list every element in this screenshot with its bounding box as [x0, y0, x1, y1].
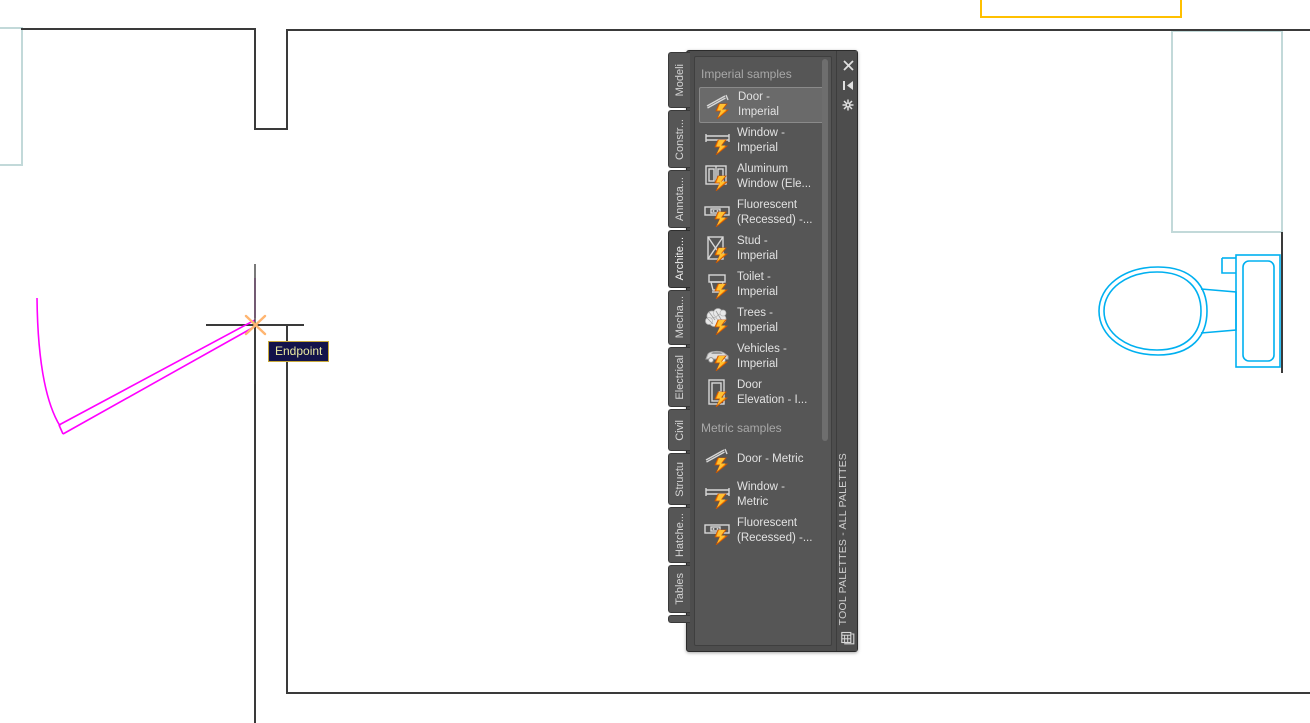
- palette-tool-item[interactable]: Window - Imperial: [695, 123, 831, 159]
- selected-object-highlight: [980, 0, 1182, 18]
- pale-blue-room-right: [1171, 30, 1283, 233]
- palette-tool-label: Window - Imperial: [737, 127, 785, 154]
- vehicle-icon: [703, 343, 731, 372]
- palette-tab-label: Structu: [673, 461, 686, 497]
- drawing-canvas[interactable]: [0, 0, 1310, 723]
- palette-tab-strip: Modeli Constr... Annota... Archite... Mecha.…: [668, 52, 690, 630]
- trees-icon: [703, 307, 731, 336]
- stud-icon: [703, 235, 731, 264]
- palette-tab-label: Hatche...: [673, 512, 686, 558]
- palette-tool-item[interactable]: Window - Metric: [695, 477, 831, 513]
- window-plan-icon: [703, 481, 731, 510]
- toilet-fixture-cyan[interactable]: [1098, 254, 1281, 368]
- palette-group-header: Imperial samples: [701, 67, 792, 81]
- palette-tool-item[interactable]: Fluorescent (Recessed) -...: [695, 195, 831, 231]
- palette-scroll-thumb[interactable]: [822, 59, 828, 441]
- palette-tab-structural[interactable]: Structu: [668, 453, 690, 505]
- palette-title-vertical: TOOL PALETTES - ALL PALETTES: [837, 452, 849, 625]
- palette-scrollbar[interactable]: [821, 59, 829, 643]
- aluminum-window-icon: [703, 163, 731, 192]
- palette-tab-strip-footer: [668, 615, 690, 623]
- palette-tool-item[interactable]: Vehicles - Imperial: [695, 339, 831, 375]
- door-block-magenta[interactable]: [36, 297, 256, 435]
- palette-tab-label: Civil: [673, 419, 686, 441]
- close-icon[interactable]: [840, 57, 856, 73]
- palette-tab-civil[interactable]: Civil: [668, 409, 690, 451]
- palette-tab-modeling[interactable]: Modeli: [668, 52, 690, 108]
- palette-tool-label: Toilet - Imperial: [737, 271, 778, 298]
- palette-tab-label: Modeli: [673, 63, 686, 97]
- palette-tab-label: Annota...: [673, 176, 686, 222]
- palette-tab-label: Constr...: [673, 118, 686, 160]
- auto-hide-icon[interactable]: [840, 77, 856, 93]
- pale-blue-room-left: [0, 27, 23, 166]
- palette-caption-bar: TOOL PALETTES - ALL PALETTES: [836, 51, 857, 651]
- palette-tab-annotation[interactable]: Annota...: [668, 170, 690, 228]
- palette-tab-constraints[interactable]: Constr...: [668, 110, 690, 168]
- palette-tab-label: Mecha...: [673, 296, 686, 339]
- palette-tab-tables[interactable]: Tables: [668, 565, 690, 613]
- palette-tool-label: Fluorescent (Recessed) -...: [737, 517, 813, 544]
- palette-tool-item[interactable]: Fluorescent (Recessed) -...: [695, 513, 831, 549]
- palette-tool-item[interactable]: Door Elevation - I...: [695, 375, 831, 411]
- osnap-endpoint-tooltip: Endpoint: [268, 341, 330, 362]
- palette-tool-label: Vehicles - Imperial: [737, 343, 787, 370]
- fluorescent-fixture-icon: [703, 199, 731, 228]
- palette-tab-label: Electrical: [673, 354, 686, 400]
- palette-tool-label: Aluminum Window (Ele...: [737, 163, 812, 190]
- palette-tab-electrical[interactable]: Electrical: [668, 347, 690, 407]
- palette-properties-icon[interactable]: [840, 97, 856, 113]
- palette-tool-item[interactable]: Trees - Imperial: [695, 303, 831, 339]
- palette-tool-label: Fluorescent (Recessed) -...: [737, 199, 813, 226]
- palette-tool-item[interactable]: Stud - Imperial: [695, 231, 831, 267]
- palette-tab-hatches[interactable]: Hatche...: [668, 507, 690, 563]
- palette-tab-label: Tables: [673, 573, 686, 605]
- palette-view-options-icon[interactable]: [840, 630, 856, 646]
- door-plan-icon: [704, 91, 732, 120]
- palette-tool-label: Stud - Imperial: [737, 235, 778, 262]
- palette-tool-item[interactable]: Door - Imperial: [699, 87, 827, 123]
- palette-tab-architectural[interactable]: Archite...: [668, 230, 690, 288]
- door-elevation-icon: [703, 379, 731, 408]
- palette-tool-label: Door - Imperial: [738, 91, 779, 118]
- window-plan-icon: [703, 127, 731, 156]
- palette-tool-item[interactable]: Door - Metric: [695, 441, 831, 477]
- palette-content-area[interactable]: Imperial samples Door - Imperial Window - …: [694, 56, 832, 646]
- toilet-icon: [703, 271, 731, 300]
- palette-tool-label: Door - Metric: [737, 452, 804, 465]
- palette-tool-item[interactable]: Aluminum Window (Ele...: [695, 159, 831, 195]
- palette-tab-label: Archite...: [673, 237, 686, 281]
- palette-tool-label: Door Elevation - I...: [737, 379, 808, 406]
- palette-group-header: Metric samples: [701, 421, 782, 435]
- palette-tool-label: Window - Metric: [737, 481, 785, 508]
- palette-tool-item[interactable]: Toilet - Imperial: [695, 267, 831, 303]
- fluorescent-fixture-icon: [703, 517, 731, 546]
- palette-tab-mechanical[interactable]: Mecha...: [668, 290, 690, 345]
- wall-lines: [21, 28, 1310, 130]
- autocad-application-window: Endpoint Modeli Constr... Annota... Archite…: [0, 0, 1310, 723]
- door-plan-icon: [703, 445, 731, 474]
- palette-tool-label: Trees - Imperial: [737, 307, 778, 334]
